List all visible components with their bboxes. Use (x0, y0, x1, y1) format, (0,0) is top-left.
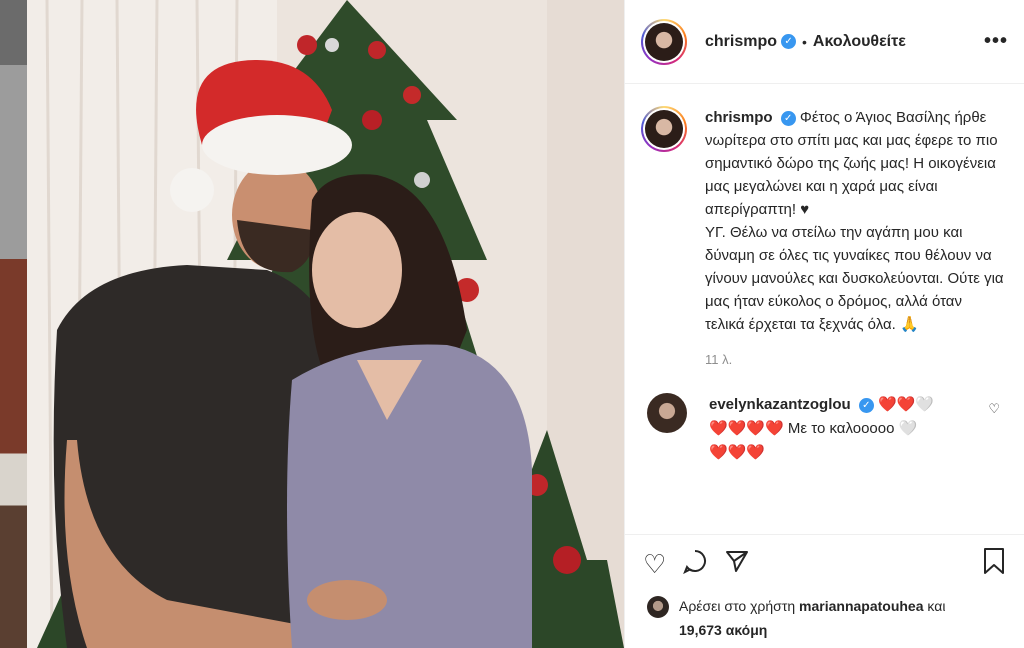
post-actions-bar: ♡ (625, 534, 1024, 594)
comments-section: chrismpo ✓ Φέτος ο Άγιος Βασίλης ήρθε νω… (625, 84, 1024, 534)
more-options-icon[interactable]: ••• (984, 30, 1008, 53)
post-header: chrismpo ✓ • Ακολουθείτε ••• (625, 0, 1024, 84)
author-avatar-image (645, 22, 683, 61)
commenter-avatar[interactable] (647, 393, 687, 433)
likes-summary: Αρέσει στο χρήστη mariannapatouhea και 1… (625, 594, 1024, 642)
comment-item: evelynkazantzoglou ✓ ❤️❤️🤍 ❤️❤️❤️❤️ Με τ… (641, 393, 1008, 465)
liker-username-link[interactable]: mariannapatouhea (799, 598, 923, 614)
comment-hearts-1: ❤️❤️🤍 (878, 396, 935, 413)
likes-prefix: Αρέσει στο χρήστη (679, 598, 796, 614)
post-photo[interactable] (27, 0, 624, 648)
commenter-username-link[interactable]: evelynkazantzoglou (709, 396, 851, 413)
author-avatar[interactable] (641, 18, 687, 65)
caption-timestamp[interactable]: 11 λ. (705, 348, 1005, 371)
author-username-link[interactable]: chrismpo (705, 33, 777, 51)
paper-plane-icon[interactable] (724, 548, 750, 581)
instagram-post-view: chrismpo ✓ • Ακολουθείτε ••• chrismpo ✓ … (0, 0, 1024, 648)
heart-outline-icon[interactable]: ♡ (643, 549, 666, 580)
post-sidebar: chrismpo ✓ • Ακολουθείτε ••• chrismpo ✓ … (624, 0, 1024, 648)
verified-badge-icon: ✓ (858, 397, 874, 413)
likes-text: Αρέσει στο χρήστη mariannapatouhea και 1… (679, 594, 945, 642)
caption-author-avatar-image (645, 110, 683, 148)
caption-body: chrismpo ✓ Φέτος ο Άγιος Βασίλης ήρθε νω… (705, 106, 1005, 371)
bookmark-icon[interactable] (982, 547, 1006, 582)
comment-icon[interactable] (682, 548, 708, 581)
likes-count-link[interactable]: 19,673 ακόμη (679, 622, 767, 638)
comment-hearts-3: ❤️❤️❤️ (709, 444, 766, 461)
comment-hearts-2: ❤️❤️❤️❤️ (709, 420, 784, 437)
post-photo-illustration (27, 0, 624, 648)
likes-conjunction: και (927, 598, 946, 614)
background-feed-strip (0, 0, 27, 648)
header-separator: • (802, 33, 807, 50)
liker-avatar[interactable] (647, 596, 669, 618)
following-button[interactable]: Ακολουθείτε (813, 33, 906, 51)
post-caption: chrismpo ✓ Φέτος ο Άγιος Βασίλης ήρθε νω… (641, 106, 1008, 371)
comment-body: evelynkazantzoglou ✓ ❤️❤️🤍 ❤️❤️❤️❤️ Με τ… (709, 393, 969, 465)
verified-badge-icon: ✓ (780, 110, 796, 126)
caption-text-ps: ΥΓ. Θέλω να στείλω την αγάπη μου και δύν… (705, 224, 1004, 333)
comment-text: Με το καλοοοοο 🤍 (787, 420, 918, 437)
caption-author-avatar[interactable] (641, 106, 687, 152)
verified-badge-icon: ✓ (781, 34, 797, 49)
comment-like-heart-icon[interactable]: ♡ (988, 401, 1000, 417)
caption-username-link[interactable]: chrismpo (705, 109, 773, 126)
